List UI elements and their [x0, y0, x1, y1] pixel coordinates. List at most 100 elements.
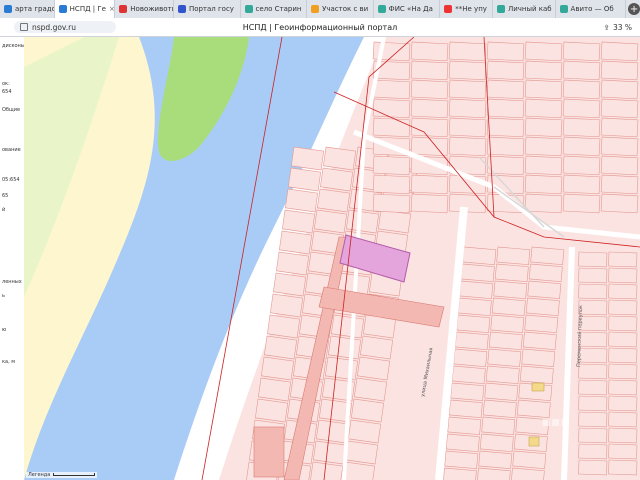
tab-6[interactable]: ФИС «На Да	[374, 0, 441, 18]
land-parcel[interactable]	[372, 193, 411, 214]
land-parcel[interactable]	[348, 419, 382, 444]
land-parcel[interactable]	[317, 188, 351, 213]
land-parcel[interactable]	[279, 230, 313, 255]
land-parcel[interactable]	[313, 440, 347, 465]
land-parcel[interactable]	[264, 335, 298, 360]
land-parcel[interactable]	[493, 280, 528, 300]
cadastral-map[interactable]: улица Михаильная Переменский переулок ▪▪…	[24, 37, 640, 480]
land-parcel[interactable]	[323, 146, 357, 171]
land-parcel[interactable]	[450, 382, 485, 402]
land-parcel[interactable]	[524, 98, 563, 119]
land-parcel[interactable]	[410, 79, 449, 100]
tab-3[interactable]: Портал госу	[174, 0, 241, 18]
tab-1[interactable]: НСПД | Ге ×	[54, 0, 116, 18]
land-parcel[interactable]	[522, 331, 557, 351]
land-parcel[interactable]	[485, 365, 520, 385]
land-parcel[interactable]	[378, 209, 412, 234]
land-parcel[interactable]	[410, 98, 449, 119]
land-parcel[interactable]	[255, 398, 289, 423]
land-parcel[interactable]	[562, 98, 601, 119]
land-parcel[interactable]	[562, 155, 601, 176]
land-parcel[interactable]	[562, 60, 601, 81]
land-parcel[interactable]	[578, 347, 608, 364]
land-parcel[interactable]	[562, 79, 601, 100]
land-parcel[interactable]	[372, 174, 411, 195]
land-parcel[interactable]	[608, 251, 638, 268]
land-parcel[interactable]	[487, 348, 522, 368]
land-parcel[interactable]	[410, 41, 449, 62]
land-parcel[interactable]	[453, 348, 488, 368]
land-parcel[interactable]	[600, 60, 639, 81]
land-parcel[interactable]	[462, 246, 497, 266]
land-parcel[interactable]	[478, 450, 513, 470]
land-parcel[interactable]	[562, 41, 601, 62]
land-parcel[interactable]	[486, 79, 525, 100]
land-parcel[interactable]	[448, 136, 487, 157]
land-parcel[interactable]	[372, 155, 411, 176]
land-parcel[interactable]	[528, 263, 563, 283]
land-parcel[interactable]	[291, 146, 325, 171]
land-parcel[interactable]	[608, 299, 638, 316]
land-parcel[interactable]	[600, 136, 639, 157]
land-parcel[interactable]	[524, 41, 563, 62]
land-parcel[interactable]	[578, 283, 608, 300]
land-parcel[interactable]	[578, 427, 608, 444]
land-parcel[interactable]	[448, 41, 487, 62]
land-parcel[interactable]	[357, 356, 391, 381]
land-parcel[interactable]	[519, 365, 554, 385]
land-parcel[interactable]	[354, 377, 388, 402]
land-parcel[interactable]	[608, 347, 638, 364]
land-parcel[interactable]	[524, 79, 563, 100]
land-parcel[interactable]	[448, 117, 487, 138]
land-parcel[interactable]	[608, 331, 638, 348]
land-parcel[interactable]	[525, 297, 560, 317]
land-parcel[interactable]	[270, 293, 304, 318]
land-parcel[interactable]	[448, 79, 487, 100]
tab-4[interactable]: село Старин	[241, 0, 308, 18]
land-parcel[interactable]	[524, 155, 563, 176]
land-parcel[interactable]	[562, 193, 601, 214]
land-parcel[interactable]	[600, 79, 639, 100]
land-parcel[interactable]	[488, 331, 523, 351]
land-parcel[interactable]	[578, 411, 608, 428]
land-parcel[interactable]	[276, 251, 310, 276]
land-parcel[interactable]	[328, 335, 362, 360]
land-parcel[interactable]	[282, 209, 316, 234]
tab-9[interactable]: Авито — Об	[556, 0, 627, 18]
land-parcel[interactable]	[562, 174, 601, 195]
land-parcel[interactable]	[372, 117, 411, 138]
land-parcel[interactable]	[258, 377, 292, 402]
land-parcel[interactable]	[448, 399, 483, 419]
tab-7[interactable]: **Не упу	[440, 0, 493, 18]
parcel-block[interactable]	[253, 426, 285, 478]
land-parcel[interactable]	[316, 419, 350, 444]
land-parcel[interactable]	[578, 395, 608, 412]
tab-2[interactable]: Новоживоти	[115, 0, 174, 18]
land-parcel[interactable]	[608, 363, 638, 380]
land-parcel[interactable]	[608, 267, 638, 284]
land-parcel[interactable]	[459, 280, 494, 300]
land-parcel[interactable]	[600, 174, 639, 195]
land-parcel[interactable]	[524, 174, 563, 195]
land-parcel[interactable]	[372, 98, 411, 119]
land-parcel[interactable]	[314, 209, 348, 234]
land-parcel[interactable]	[491, 297, 526, 317]
land-parcel[interactable]	[608, 315, 638, 332]
land-parcel[interactable]	[445, 433, 480, 453]
land-parcel[interactable]	[454, 331, 489, 351]
land-parcel[interactable]	[410, 193, 449, 214]
land-parcel[interactable]	[608, 379, 638, 396]
land-parcel[interactable]	[524, 117, 563, 138]
land-parcel[interactable]	[345, 440, 379, 465]
land-parcel[interactable]	[530, 246, 565, 266]
land-parcel[interactable]	[562, 136, 601, 157]
land-parcel[interactable]	[482, 399, 517, 419]
land-parcel[interactable]	[320, 167, 354, 192]
land-parcel[interactable]	[524, 136, 563, 157]
land-parcel[interactable]	[479, 433, 514, 453]
land-parcel[interactable]	[608, 395, 638, 412]
land-parcel[interactable]	[410, 174, 449, 195]
land-parcel[interactable]	[608, 427, 638, 444]
land-parcel[interactable]	[578, 459, 608, 476]
land-parcel[interactable]	[273, 272, 307, 297]
